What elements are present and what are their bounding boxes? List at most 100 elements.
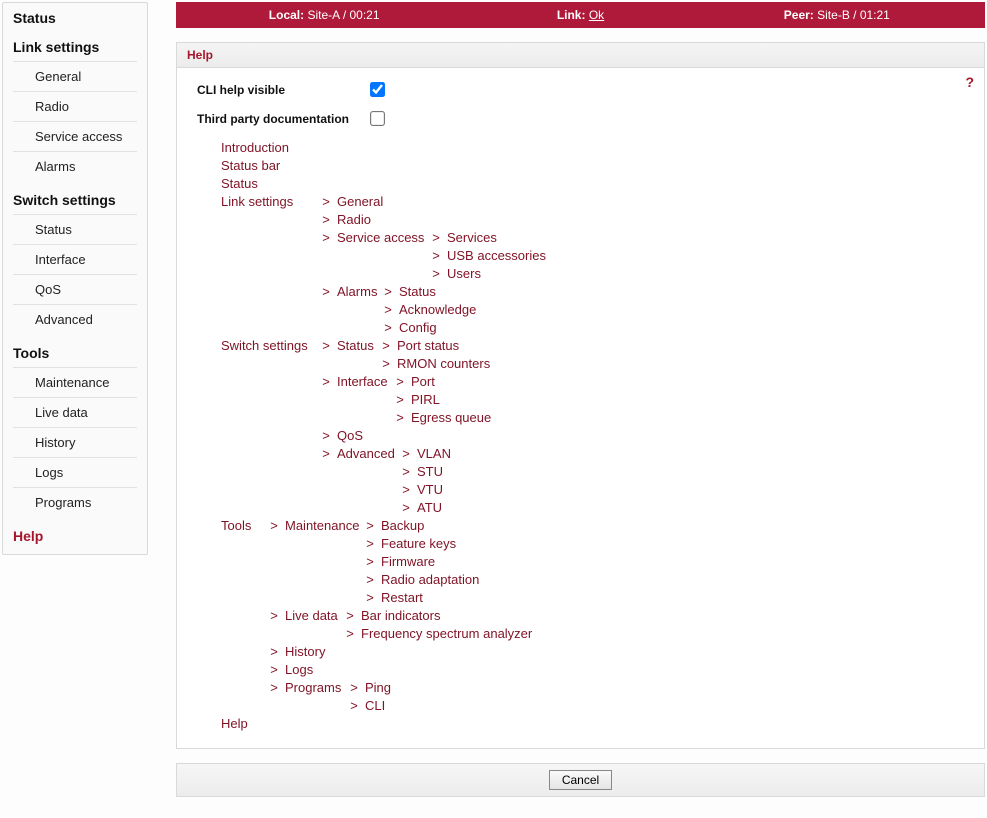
chevron-right-icon: > xyxy=(393,374,407,389)
tree-t-programs[interactable]: Programs xyxy=(285,680,341,695)
chevron-right-icon: > xyxy=(429,230,443,245)
sidebar-item-interface[interactable]: Interface xyxy=(13,244,137,274)
tree-t-history[interactable]: History xyxy=(285,644,325,659)
tree-st-rmon[interactable]: RMON counters xyxy=(397,356,490,371)
tree-st-port-status[interactable]: Port status xyxy=(397,338,459,353)
chevron-right-icon: > xyxy=(381,284,395,299)
chevron-right-icon: > xyxy=(267,662,281,677)
help-panel: Help ? CLI help visible Third party docu… xyxy=(176,42,985,749)
tree-m-backup[interactable]: Backup xyxy=(381,518,424,533)
tree-m-restart[interactable]: Restart xyxy=(381,590,423,605)
chevron-right-icon: > xyxy=(319,446,333,461)
tree-ad-vlan[interactable]: VLAN xyxy=(417,446,451,461)
sidebar-item-qos[interactable]: QoS xyxy=(13,274,137,304)
tree-m-feature[interactable]: Feature keys xyxy=(381,536,456,551)
tree-ad-atu[interactable]: ATU xyxy=(417,500,442,515)
chevron-right-icon: > xyxy=(399,500,413,515)
sidebar-item-history[interactable]: History xyxy=(13,427,137,457)
sidebar-item-service-access[interactable]: Service access xyxy=(13,121,137,151)
status-bar: Local: Site-A / 00:21 Link: Ok Peer: Sit… xyxy=(176,2,985,28)
chevron-right-icon: > xyxy=(343,626,357,641)
tree-ss-advanced[interactable]: Advanced xyxy=(337,446,395,461)
tree-help[interactable]: Help xyxy=(221,716,248,731)
chevron-right-icon: > xyxy=(319,284,333,299)
status-link-label: Link: xyxy=(557,8,586,22)
tree-ss-status[interactable]: Status xyxy=(337,338,374,353)
tree-link-settings[interactable]: Link settings xyxy=(221,194,293,209)
third-party-checkbox[interactable] xyxy=(370,111,385,126)
cli-help-checkbox[interactable] xyxy=(370,82,385,97)
sidebar-item-logs[interactable]: Logs xyxy=(13,457,137,487)
tree-ad-stu[interactable]: STU xyxy=(417,464,443,479)
status-link-value[interactable]: Ok xyxy=(589,8,604,22)
tree-tools[interactable]: Tools xyxy=(221,518,251,533)
tree-if-port[interactable]: Port xyxy=(411,374,435,389)
chevron-right-icon: > xyxy=(399,482,413,497)
help-tree: Introduction Status bar Status Link sett… xyxy=(221,138,964,732)
tree-if-pirl[interactable]: PIRL xyxy=(411,392,440,407)
tree-ls-alarms[interactable]: Alarms xyxy=(337,284,377,299)
sidebar-item-radio[interactable]: Radio xyxy=(13,91,137,121)
chevron-right-icon: > xyxy=(319,194,333,209)
tree-m-radio-adapt[interactable]: Radio adaptation xyxy=(381,572,479,587)
tree-ss-qos[interactable]: QoS xyxy=(337,428,363,443)
sidebar-group-link-settings: Link settings xyxy=(3,32,147,61)
tree-ad-vtu[interactable]: VTU xyxy=(417,482,443,497)
tree-sa-services[interactable]: Services xyxy=(447,230,497,245)
sidebar-group-tools: Tools xyxy=(3,338,147,367)
tree-if-egress[interactable]: Egress queue xyxy=(411,410,491,425)
tree-status-bar[interactable]: Status bar xyxy=(221,158,280,173)
status-local-text: Site-A / 00:21 xyxy=(307,8,379,22)
chevron-right-icon: > xyxy=(319,212,333,227)
sidebar-item-switch-status[interactable]: Status xyxy=(13,214,137,244)
chevron-right-icon: > xyxy=(393,392,407,407)
chevron-right-icon: > xyxy=(267,608,281,623)
status-peer-text: Site-B / 01:21 xyxy=(817,8,890,22)
tree-introduction[interactable]: Introduction xyxy=(221,140,289,155)
sidebar-item-status[interactable]: Status xyxy=(3,3,147,32)
tree-al-config[interactable]: Config xyxy=(399,320,437,335)
tree-al-status[interactable]: Status xyxy=(399,284,436,299)
sidebar-item-general[interactable]: General xyxy=(13,61,137,91)
tree-status[interactable]: Status xyxy=(221,176,258,191)
tree-ls-general[interactable]: General xyxy=(337,194,383,209)
cancel-button[interactable]: Cancel xyxy=(549,770,612,790)
tree-ld-bar[interactable]: Bar indicators xyxy=(361,608,440,623)
chevron-right-icon: > xyxy=(363,590,377,605)
tree-switch-settings[interactable]: Switch settings xyxy=(221,338,308,353)
chevron-right-icon: > xyxy=(319,374,333,389)
sidebar-item-advanced[interactable]: Advanced xyxy=(13,304,137,334)
chevron-right-icon: > xyxy=(379,356,393,371)
chevron-right-icon: > xyxy=(319,428,333,443)
chevron-right-icon: > xyxy=(381,302,395,317)
tree-t-logs[interactable]: Logs xyxy=(285,662,313,677)
tree-p-ping[interactable]: Ping xyxy=(365,680,391,695)
tree-sa-users[interactable]: Users xyxy=(447,266,481,281)
tree-al-ack[interactable]: Acknowledge xyxy=(399,302,476,317)
chevron-right-icon: > xyxy=(393,410,407,425)
chevron-right-icon: > xyxy=(347,698,361,713)
sidebar-item-help[interactable]: Help xyxy=(3,521,147,554)
tree-t-maintenance[interactable]: Maintenance xyxy=(285,518,359,533)
chevron-right-icon: > xyxy=(363,518,377,533)
sidebar-item-live-data[interactable]: Live data xyxy=(13,397,137,427)
tree-ls-service-access[interactable]: Service access xyxy=(337,230,424,245)
help-icon[interactable]: ? xyxy=(965,74,974,90)
tree-ss-interface[interactable]: Interface xyxy=(337,374,388,389)
chevron-right-icon: > xyxy=(399,446,413,461)
sidebar-item-alarms[interactable]: Alarms xyxy=(13,151,137,181)
chevron-right-icon: > xyxy=(429,248,443,263)
chevron-right-icon: > xyxy=(429,266,443,281)
tree-t-livedata[interactable]: Live data xyxy=(285,608,338,623)
sidebar-item-maintenance[interactable]: Maintenance xyxy=(13,367,137,397)
tree-ld-freq[interactable]: Frequency spectrum analyzer xyxy=(361,626,532,641)
sidebar-item-programs[interactable]: Programs xyxy=(13,487,137,517)
sidebar-group-switch-settings: Switch settings xyxy=(3,185,147,214)
tree-ls-radio[interactable]: Radio xyxy=(337,212,371,227)
tree-m-firmware[interactable]: Firmware xyxy=(381,554,435,569)
chevron-right-icon: > xyxy=(347,680,361,695)
sidebar: Status Link settings General Radio Servi… xyxy=(2,2,148,555)
tree-sa-usb[interactable]: USB accessories xyxy=(447,248,546,263)
tree-p-cli[interactable]: CLI xyxy=(365,698,385,713)
cli-help-label: CLI help visible xyxy=(197,83,367,97)
